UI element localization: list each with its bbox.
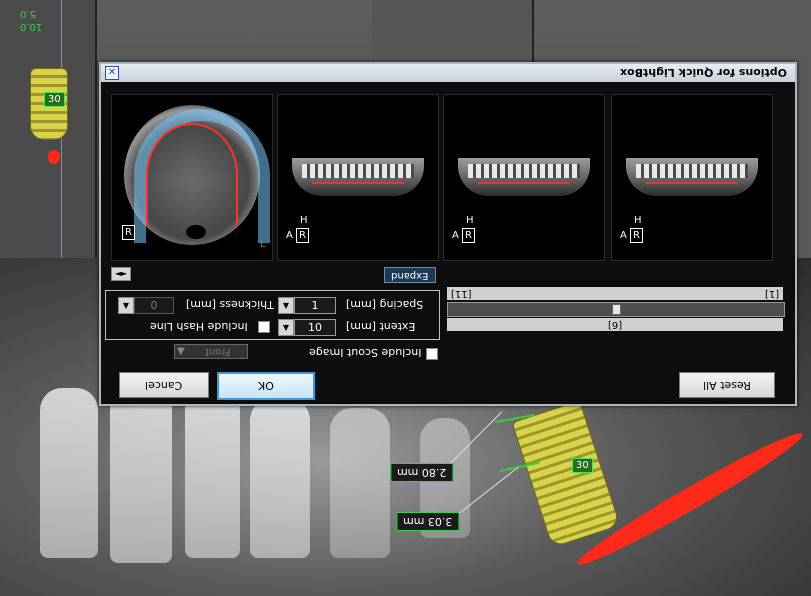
reset-all-button-label: Reset All [703,379,751,392]
expand-row: ◄► Expand [111,267,436,283]
tooth [250,398,310,558]
tooth [185,388,240,558]
orientation-side: A [452,230,459,241]
ok-button-label: OK [258,379,274,392]
measurement-label-1: 2.80 mm [390,463,454,482]
thickness-label: Thickness [mm] [186,298,274,311]
hash-line-label: Include Hash Line [150,320,248,333]
scout-image-label: Include Scout Image [309,346,422,359]
close-icon[interactable]: ✕ [105,66,119,80]
tooth [330,408,390,558]
slider-max-label: [11] [451,288,472,299]
quick-lightbox-dialog: ✕ Options for Quick LightBox R L H A R H… [99,62,797,406]
dialog-titlebar: ✕ Options for Quick LightBox [101,64,795,82]
ok-button[interactable]: OK [217,372,315,400]
orientation-box: R [122,225,135,240]
orientation-marker: R [122,225,135,240]
airway [186,225,206,239]
spacing-label: Spacing [mm] [346,298,424,311]
arch-red-line [146,123,238,227]
orientation-marker: A R [452,228,476,243]
orientation-box: R [296,228,310,243]
tab-expand-label: Expand [391,270,429,281]
dialog-title: Options for Quick LightBox [619,66,787,79]
slider-current: [6] [447,318,783,331]
orientation-marker: A R [286,228,310,243]
pano-teeth [468,164,580,178]
orientation-side: A [620,230,627,241]
spacing-input[interactable]: 1 [294,297,336,314]
tab-expand[interactable]: Expand [384,267,436,283]
orientation-marker: A R [620,228,644,243]
orientation-top: H [300,215,308,226]
slider-range-labels: [11] [1] [447,287,783,300]
cancel-button-label: Cancel [145,379,183,392]
nerve-marker-top [48,150,60,164]
axial-preview [120,101,270,251]
tooth [40,388,98,558]
scout-dropdown-value: Front [205,346,231,357]
top-value-a: 5.0 [20,8,36,19]
slider-current-value: [6] [607,319,623,330]
thumbnail-axial[interactable]: R L [111,94,273,261]
orientation-top: H [466,215,474,226]
extent-input[interactable]: 10 [294,319,336,336]
pano-nerve [478,182,570,184]
pano-teeth [302,164,414,178]
top-value-b: 10.0 [20,21,43,32]
chevron-down-icon: ▼ [177,346,185,357]
pano-nerve [646,182,738,184]
pano-preview [292,158,424,196]
extent-label: Extent [mm] [346,320,416,333]
slice-slider: [11] [1] [6] [447,287,785,333]
slider-handle[interactable] [612,304,621,315]
options-fieldset: ▼ 0 Thickness [mm] ▼ 1 Spacing [mm] Incl… [105,290,440,340]
thickness-input[interactable]: 0 [134,297,174,314]
hash-line-checkbox[interactable] [258,321,270,333]
scout-image-checkbox[interactable] [426,348,438,360]
reset-all-button[interactable]: Reset All [679,372,775,398]
thumbnail-pano-3[interactable]: H A R [611,94,773,261]
scout-view-dropdown[interactable]: ▼ Front [174,344,248,359]
thickness-spin-button[interactable]: ▼ [118,297,134,314]
nav-arrows-icon[interactable]: ◄► [111,267,131,281]
cancel-button[interactable]: Cancel [119,372,209,398]
pano-nerve [312,182,404,184]
thumbnail-pano-1[interactable]: H A R [277,94,439,261]
implant-main [511,400,621,548]
thumbnail-pano-2[interactable]: H A R [443,94,605,261]
implant-label-main: 30 [572,458,593,473]
orientation-box: R [630,228,644,243]
orientation-box: R [462,228,476,243]
orientation-side: A [286,230,293,241]
measurement-label-2: 3.03 mm [396,512,460,531]
pano-preview [458,158,590,196]
implant-label-top: 30 [44,92,65,107]
pano-teeth [636,164,748,178]
slider-track[interactable] [447,302,785,317]
orientation-side: L [260,239,266,250]
orientation-top: H [634,215,642,226]
spacing-spin-button[interactable]: ▼ [278,297,294,314]
extent-spin-button[interactable]: ▼ [278,319,294,336]
slider-min-label: [1] [764,288,779,299]
pano-preview [626,158,758,196]
